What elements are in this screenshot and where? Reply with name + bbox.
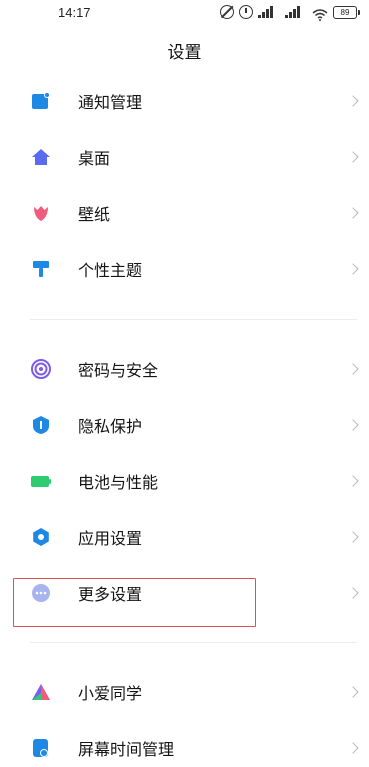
shield-icon: [30, 414, 52, 436]
settings-group-services: 小爱同学 屏幕时间管理: [0, 664, 369, 767]
settings-item-password-security[interactable]: 密码与安全: [0, 341, 369, 397]
status-time: 14:17: [58, 5, 91, 20]
settings-item-battery-performance[interactable]: 电池与性能: [0, 453, 369, 509]
gear-icon: [30, 526, 52, 548]
highlight-annotation-box: [13, 578, 256, 627]
notification-icon: [30, 90, 52, 112]
alarm-clock-icon: [239, 5, 253, 19]
battery-icon: [30, 470, 52, 492]
settings-group-personalization: 通知管理 桌面 壁纸 个性主题: [0, 73, 369, 297]
chevron-right-icon: [347, 207, 359, 219]
chevron-right-icon: [347, 151, 359, 163]
settings-item-label: 小爱同学: [78, 684, 143, 703]
settings-item-label: 屏幕时间管理: [78, 740, 175, 759]
settings-item-label: 通知管理: [78, 93, 143, 112]
fingerprint-icon: [30, 358, 52, 380]
chevron-right-icon: [347, 263, 359, 275]
screen-time-icon: [30, 737, 52, 759]
settings-item-label: 壁纸: [78, 205, 111, 224]
settings-item-notifications[interactable]: 通知管理: [0, 73, 369, 129]
wifi-icon: [312, 6, 328, 21]
chevron-right-icon: [347, 475, 359, 487]
settings-item-label: 桌面: [78, 149, 111, 168]
settings-item-app-settings[interactable]: 应用设置: [0, 509, 369, 565]
settings-item-themes[interactable]: 个性主题: [0, 241, 369, 297]
settings-item-wallpaper[interactable]: 壁纸: [0, 185, 369, 241]
chevron-right-icon: [347, 95, 359, 107]
xiaoai-icon: [30, 681, 52, 703]
settings-item-label: 密码与安全: [78, 361, 159, 380]
status-bar: 14:17 89: [0, 0, 369, 30]
page-title: 设置: [167, 43, 202, 63]
chevron-right-icon: [347, 742, 359, 754]
divider: [30, 319, 357, 320]
battery-status-icon: 89: [333, 5, 360, 19]
settings-item-screen-time[interactable]: 屏幕时间管理: [0, 720, 369, 767]
settings-item-desktop[interactable]: 桌面: [0, 129, 369, 185]
settings-item-label: 电池与性能: [78, 473, 159, 492]
status-icons: 89: [220, 5, 360, 21]
settings-item-label: 个性主题: [78, 261, 143, 280]
chevron-right-icon: [347, 363, 359, 375]
settings-item-xiaoai[interactable]: 小爱同学: [0, 664, 369, 720]
alarm-off-icon: [220, 5, 234, 19]
paint-roller-icon: [30, 258, 52, 280]
chevron-right-icon: [347, 686, 359, 698]
settings-item-label: 应用设置: [78, 529, 143, 548]
chevron-right-icon: [347, 587, 359, 599]
chevron-right-icon: [347, 419, 359, 431]
divider: [30, 642, 357, 643]
settings-item-privacy[interactable]: 隐私保护: [0, 397, 369, 453]
chevron-right-icon: [347, 531, 359, 543]
tulip-icon: [30, 202, 52, 224]
settings-item-label: 隐私保护: [78, 417, 143, 436]
cell-signal-icon: [258, 6, 280, 18]
cell-signal-2-icon: [285, 6, 307, 18]
home-icon: [30, 146, 52, 168]
